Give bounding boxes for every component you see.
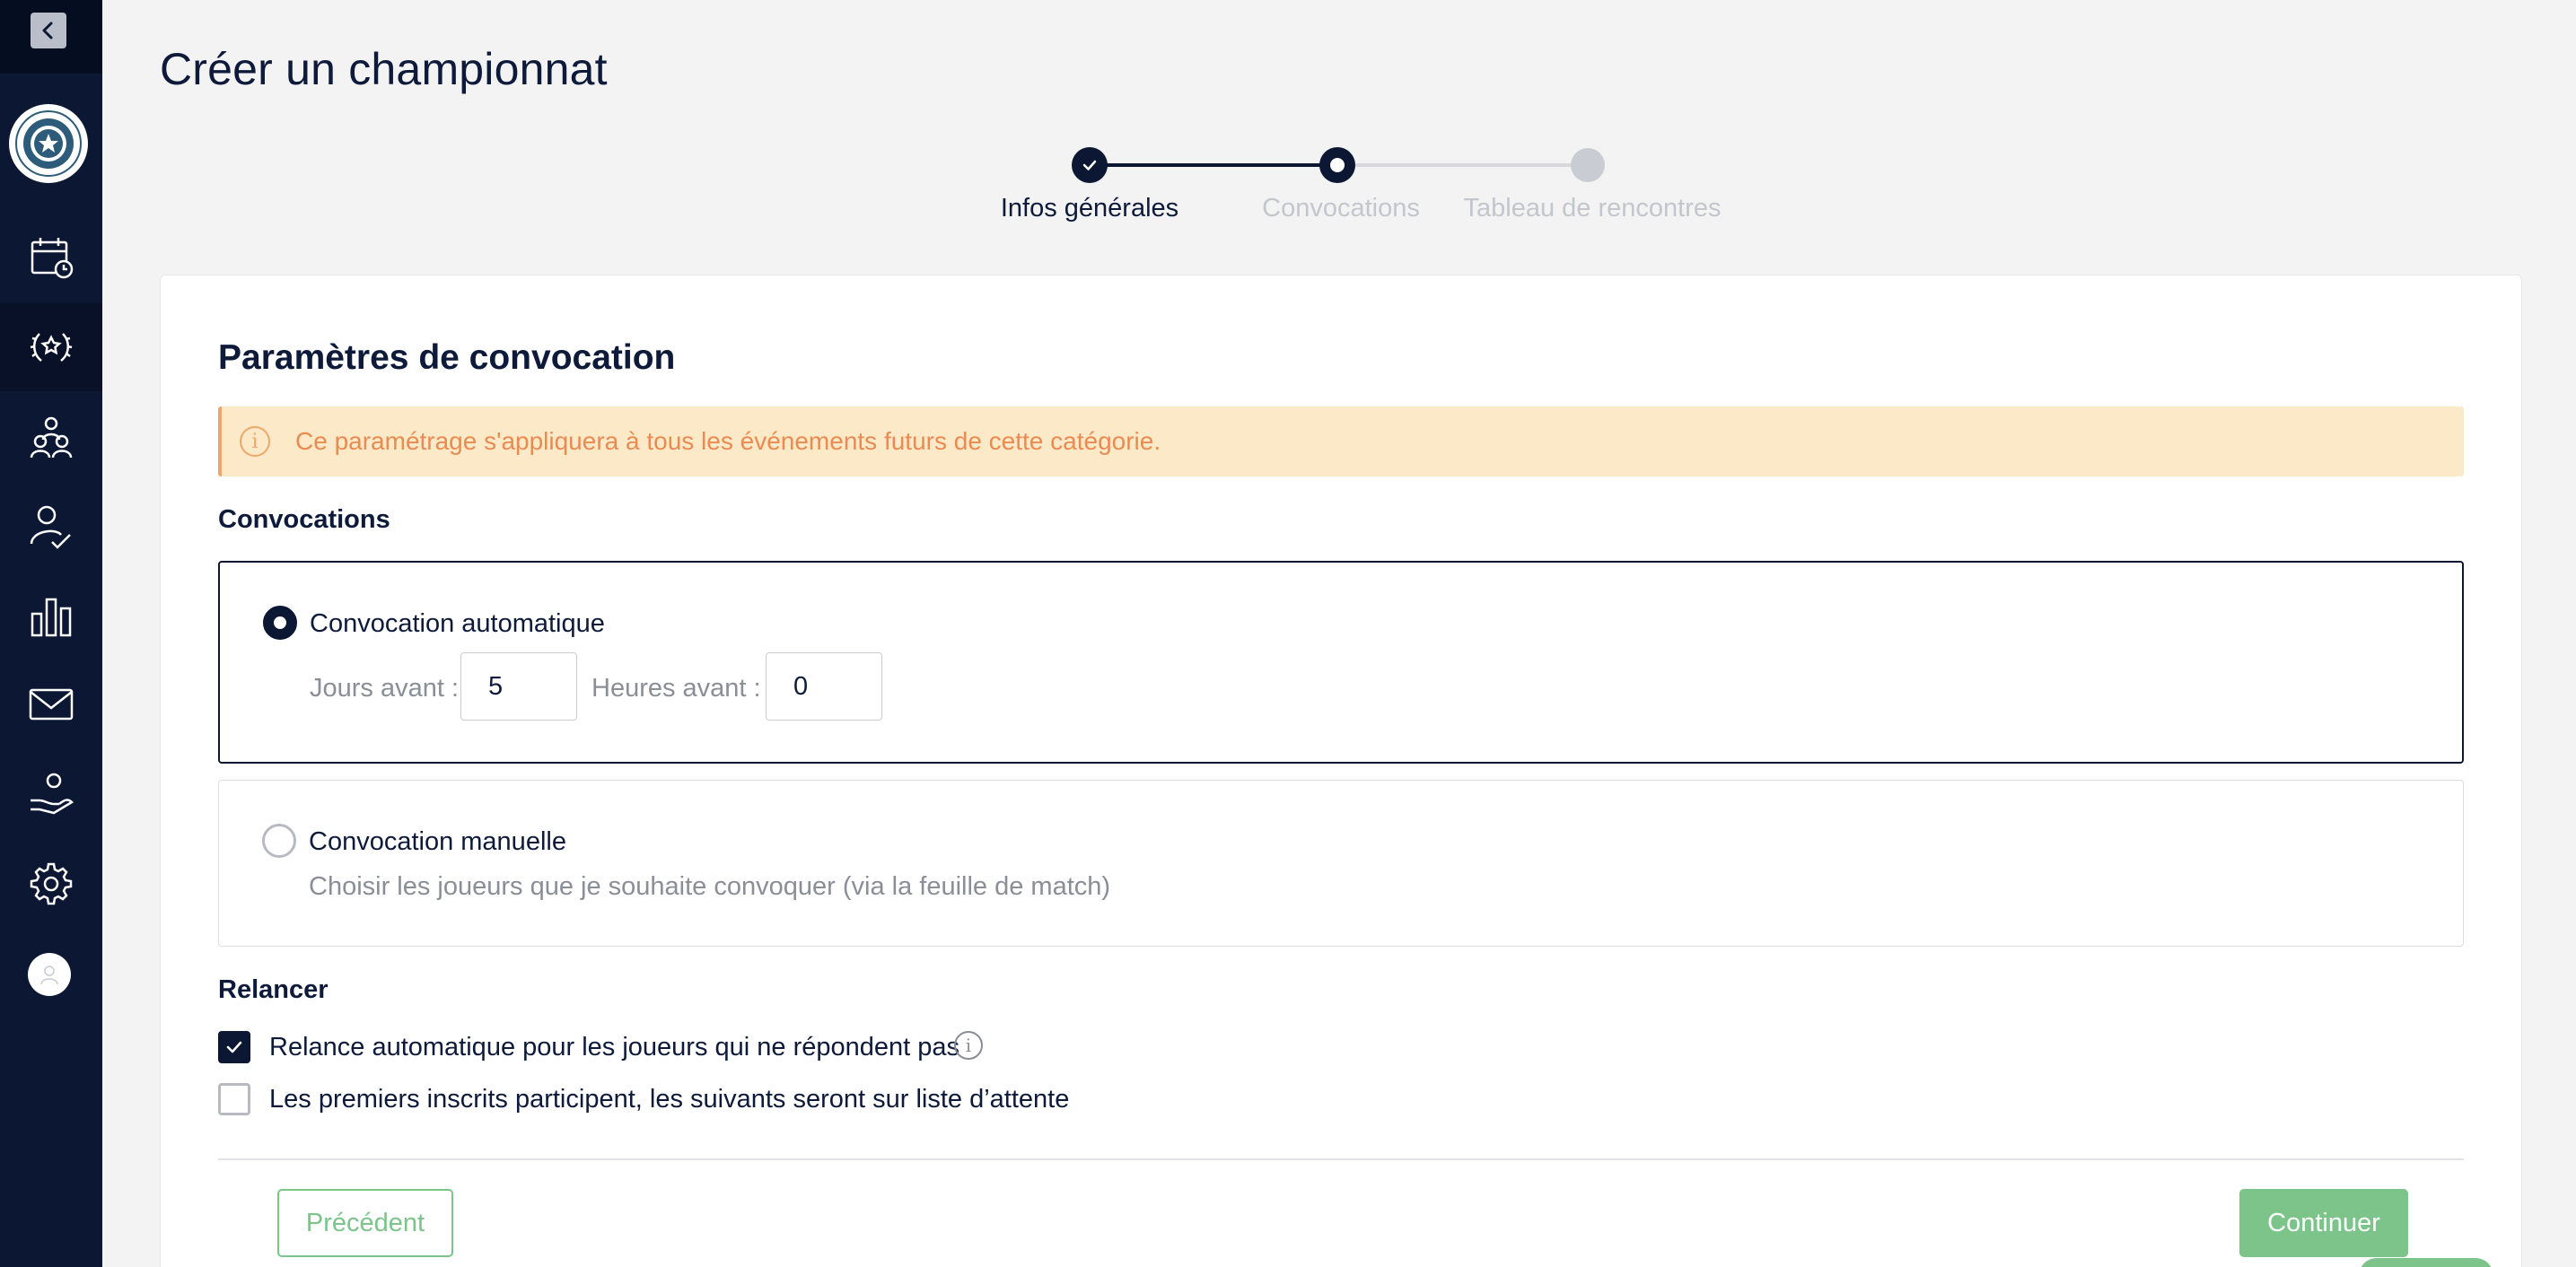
hand-heart-icon bbox=[31, 773, 74, 815]
check-icon bbox=[226, 1041, 242, 1053]
check-icon bbox=[1082, 160, 1097, 170]
convocations-heading: Convocations bbox=[218, 505, 390, 534]
days-before-input[interactable] bbox=[460, 652, 577, 721]
gear-icon bbox=[30, 862, 73, 905]
alert-text: Ce paramétrage s'appliquera à tous les é… bbox=[295, 427, 1161, 455]
step-1-label[interactable]: Infos générales bbox=[1001, 194, 1178, 223]
days-before-label: Jours avant : bbox=[310, 674, 460, 703]
relancer-heading: Relancer bbox=[218, 975, 329, 1004]
user-avatar[interactable] bbox=[28, 953, 71, 996]
mail-icon bbox=[29, 688, 74, 721]
step-connector-done bbox=[1090, 163, 1337, 167]
sidebar bbox=[0, 0, 102, 1267]
auto-label: Convocation automatique bbox=[310, 609, 605, 638]
club-crest-icon bbox=[15, 110, 82, 177]
bar-chart-icon bbox=[31, 598, 72, 637]
step-2-dot bbox=[1319, 147, 1355, 183]
info-circle-icon: i bbox=[240, 426, 270, 457]
info-icon[interactable]: i bbox=[954, 1031, 983, 1060]
back-button[interactable] bbox=[31, 13, 66, 48]
calendar-clock-icon bbox=[31, 238, 74, 279]
previous-button[interactable]: Précédent bbox=[277, 1189, 453, 1257]
auto-reminder-label[interactable]: Relance automatique pour les joueurs qui… bbox=[269, 1033, 959, 1062]
footer-divider bbox=[218, 1158, 2464, 1160]
info-alert: i Ce paramétrage s'appliquera à tous les… bbox=[218, 406, 2464, 476]
page-title: Créer un championnat bbox=[160, 44, 608, 94]
waiting-list-label[interactable]: Les premiers inscrits participent, les s… bbox=[269, 1085, 1069, 1114]
radio-auto[interactable] bbox=[263, 606, 297, 640]
checkbox-auto-reminder[interactable] bbox=[218, 1031, 250, 1063]
chevron-left-icon bbox=[42, 22, 53, 39]
step-connector-pending bbox=[1337, 163, 1589, 167]
sidebar-item-championships[interactable] bbox=[0, 303, 102, 391]
option-manual-convocation[interactable]: Convocation manuelle Choisir les joueurs… bbox=[218, 780, 2464, 947]
manual-description: Choisir les joueurs que je souhaite conv… bbox=[309, 872, 1111, 901]
sidebar-header bbox=[0, 0, 102, 74]
user-icon bbox=[40, 966, 58, 985]
step-1-dot bbox=[1072, 147, 1108, 183]
hours-before-input[interactable] bbox=[766, 652, 882, 721]
step-3-label: Tableau de rencontres bbox=[1463, 194, 1722, 223]
section-title: Paramètres de convocation bbox=[218, 338, 676, 377]
manual-label: Convocation manuelle bbox=[309, 827, 566, 856]
hours-before-label: Heures avant : bbox=[591, 674, 761, 703]
option-auto-convocation[interactable]: Convocation automatique Jours avant : He… bbox=[218, 561, 2464, 764]
sidebar-item-messages[interactable] bbox=[0, 660, 102, 748]
team-icon bbox=[30, 416, 73, 459]
sidebar-item-stats[interactable] bbox=[0, 572, 102, 660]
step-2-label: Convocations bbox=[1262, 194, 1420, 223]
floating-action-button[interactable] bbox=[2359, 1258, 2493, 1267]
sidebar-item-team[interactable] bbox=[0, 393, 102, 481]
user-check-icon bbox=[30, 505, 71, 549]
club-logo[interactable] bbox=[9, 104, 88, 183]
sidebar-item-attendance[interactable] bbox=[0, 483, 102, 571]
laurel-trophy-icon bbox=[30, 333, 73, 362]
checkbox-waiting-list[interactable] bbox=[218, 1083, 250, 1115]
sidebar-item-donations[interactable] bbox=[0, 750, 102, 838]
progress-stepper: Infos générales Convocations Tableau de … bbox=[978, 144, 1750, 233]
radio-manual[interactable] bbox=[262, 824, 296, 858]
convocation-settings-card: Paramètres de convocation i Ce paramétra… bbox=[160, 275, 2522, 1267]
continue-button[interactable]: Continuer bbox=[2239, 1189, 2408, 1257]
sidebar-item-calendar[interactable] bbox=[0, 214, 102, 301]
sidebar-item-settings[interactable] bbox=[0, 840, 102, 928]
step-3-dot bbox=[1571, 148, 1605, 182]
